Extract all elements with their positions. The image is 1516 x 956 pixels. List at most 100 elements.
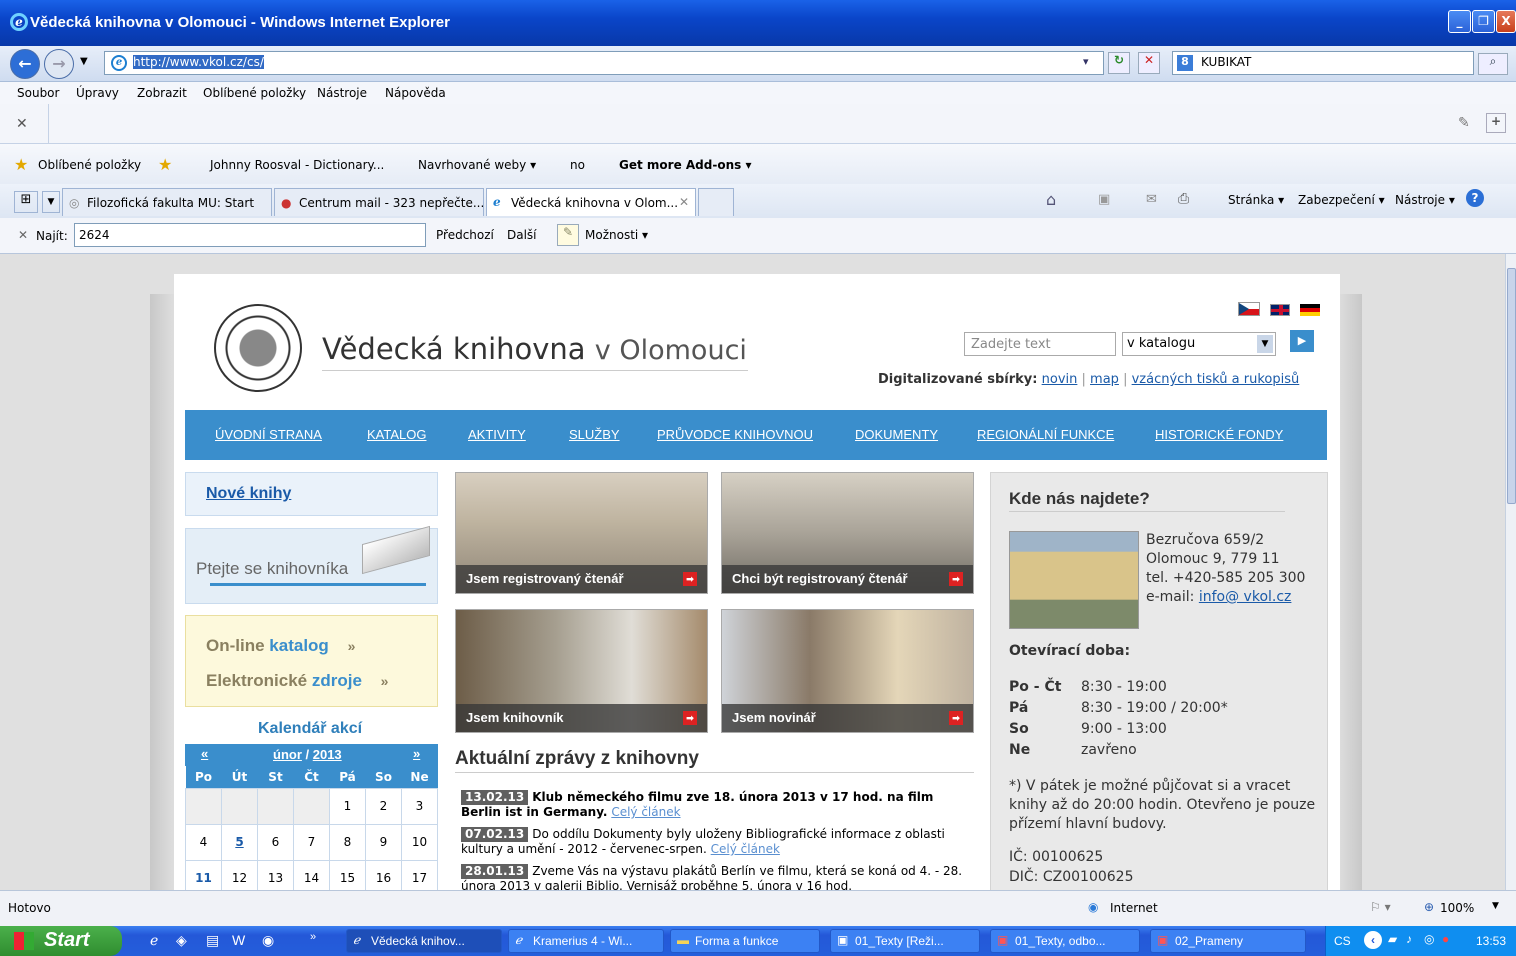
tab-filozoficka[interactable]: ◎ Filozofická fakulta MU: Start — [62, 188, 272, 216]
nav-aktivity[interactable]: AKTIVITY — [468, 427, 526, 442]
search-go-icon[interactable]: ⌕ — [1478, 53, 1508, 75]
quick-tabs-icon[interactable]: ⊞ — [14, 191, 38, 213]
back-icon[interactable]: ← — [10, 49, 40, 79]
protected-mode-icon[interactable]: ⚐ ▾ — [1370, 900, 1391, 914]
wrench-icon[interactable]: ✎ — [1458, 115, 1470, 131]
calendar-month[interactable]: únor — [273, 747, 302, 762]
fav-addons[interactable]: Get more Add-ons ▾ — [619, 158, 751, 172]
tile-registered-reader[interactable]: Jsem registrovaný čtenář ➡ — [455, 472, 708, 594]
print-icon[interactable]: ⎙ — [1178, 191, 1189, 207]
quicklaunch-word-icon[interactable]: W — [232, 932, 245, 948]
calendar-prev[interactable]: « — [201, 746, 208, 761]
find-input[interactable]: 2624 — [74, 223, 426, 247]
close-button[interactable]: X — [1496, 10, 1516, 33]
tab-list-icon[interactable]: ▼ — [42, 191, 60, 213]
language-indicator[interactable]: CS — [1334, 934, 1351, 948]
menu-upravy[interactable]: Úpravy — [76, 86, 119, 100]
mail-icon[interactable]: ✉ — [1146, 192, 1157, 207]
find-prev-button[interactable]: Předchozí — [436, 228, 494, 242]
quicklaunch-ie-icon[interactable]: ℯ — [150, 932, 158, 949]
nav-dokumenty[interactable]: DOKUMENTY — [855, 427, 938, 442]
feeds-icon[interactable]: ▣ — [1098, 192, 1110, 207]
find-next-button[interactable]: Další — [507, 228, 537, 242]
nav-uvodni-strana[interactable]: ÚVODNÍ STRANA — [215, 427, 322, 442]
calendar-year[interactable]: 2013 — [313, 747, 342, 762]
fav-suggested[interactable]: Navrhované weby ▾ — [418, 158, 536, 172]
tab-centrum[interactable]: ● Centrum mail - 323 nepřečte... — [274, 188, 484, 216]
fav-no[interactable]: no — [570, 158, 585, 172]
tray-expand-icon[interactable]: ‹ — [1364, 931, 1382, 949]
nav-pruvodce[interactable]: PRŮVODCE KNIHOVNOU — [657, 427, 813, 442]
antivirus-icon[interactable]: ◎ — [1424, 932, 1434, 946]
menu-soubor[interactable]: Soubor — [17, 86, 59, 100]
alert-icon[interactable]: ● — [1442, 932, 1449, 946]
news-more-link[interactable]: Celý článek — [711, 842, 780, 856]
uk-flag-icon[interactable] — [1270, 304, 1290, 316]
task-02-prameny[interactable]: ▣ 02_Prameny — [1150, 929, 1306, 953]
find-close-icon[interactable]: ✕ — [18, 228, 28, 242]
history-dropdown-icon[interactable]: ▼ — [80, 56, 88, 67]
network-icon[interactable]: ▰ — [1388, 932, 1397, 946]
menu-nastroje[interactable]: Nástroje — [317, 86, 367, 100]
nav-historicke[interactable]: HISTORICKÉ FONDY — [1155, 427, 1283, 442]
task-kramerius[interactable]: ℯ Kramerius 4 - Wi... — [508, 929, 664, 953]
highlight-icon[interactable]: ✎ — [557, 224, 579, 246]
nav-katalog[interactable]: KATALOG — [367, 427, 426, 442]
scroll-thumb[interactable] — [1507, 268, 1516, 504]
start-button[interactable]: Start — [0, 926, 122, 956]
refresh-icon[interactable]: ↻ — [1108, 52, 1130, 74]
site-search-input[interactable]: Zadejte text — [964, 332, 1116, 356]
digi-link-maps[interactable]: map — [1090, 372, 1119, 387]
zoom-level[interactable]: 100% — [1440, 901, 1474, 915]
ask-librarian-box[interactable]: Ptejte se knihovníka — [185, 525, 438, 604]
quicklaunch-doc-icon[interactable]: ▤ — [206, 932, 219, 949]
german-flag-icon[interactable] — [1300, 304, 1320, 316]
address-input[interactable]: e http://www.vkol.cz/cs/ — [104, 51, 1104, 75]
news-more-link[interactable]: Celý článek — [611, 805, 680, 819]
new-tab-button[interactable] — [698, 188, 734, 216]
forward-icon[interactable]: → — [44, 49, 74, 79]
quicklaunch-app-icon[interactable]: ◈ — [176, 932, 187, 949]
menu-stranka[interactable]: Stránka ▾ — [1228, 193, 1284, 207]
menu-napoveda[interactable]: Nápověda — [385, 86, 446, 100]
online-catalog-link[interactable]: On-line katalog » — [206, 636, 355, 656]
nav-sluzby[interactable]: SLUŽBY — [569, 427, 620, 442]
stop-icon[interactable]: ✕ — [1138, 52, 1160, 74]
tile-journalist[interactable]: Jsem novinář ➡ — [721, 609, 974, 733]
home-icon[interactable]: ⌂ — [1046, 190, 1056, 209]
zoom-dropdown-icon[interactable]: ▼ — [1492, 901, 1499, 911]
minimize-button[interactable]: _ — [1448, 10, 1471, 33]
digi-link-rare-prints[interactable]: vzácných tisků a rukopisů — [1132, 372, 1300, 387]
new-books-link[interactable]: Nové knihy — [206, 485, 291, 502]
cal-cell-event[interactable]: 5 — [221, 823, 258, 861]
menu-zabezpeceni[interactable]: Zabezpečení ▾ — [1298, 193, 1385, 207]
site-search-go-icon[interactable]: ▶ — [1290, 330, 1314, 352]
find-options-button[interactable]: Možnosti ▾ — [585, 228, 648, 242]
menu-oblibene[interactable]: Oblíbené položky — [203, 86, 306, 100]
quicklaunch-media-icon[interactable]: ◉ — [262, 932, 274, 949]
tab-close-icon[interactable]: ✕ — [679, 195, 689, 209]
add-favorite-icon[interactable]: ★ — [158, 155, 172, 174]
close-toolbar-icon[interactable]: ✕ — [16, 116, 28, 132]
clock[interactable]: 13:53 — [1476, 934, 1506, 948]
tab-vkol[interactable]: e Vědecká knihovna v Olom... ✕ — [486, 188, 696, 216]
czech-flag-icon[interactable] — [1238, 302, 1260, 316]
add-icon[interactable]: + — [1486, 113, 1506, 133]
maximize-button[interactable]: ❐ — [1472, 10, 1495, 33]
menu-nastroje-cmd[interactable]: Nástroje ▾ — [1395, 193, 1455, 207]
favorites-button[interactable]: Oblíbené položky — [38, 158, 141, 172]
e-resources-link[interactable]: Elektronické zdroje » — [206, 671, 388, 691]
site-search-scope[interactable]: v katalogu ▼ — [1122, 332, 1276, 356]
tile-become-reader[interactable]: Chci být registrovaný čtenář ➡ — [721, 472, 974, 594]
tile-librarian[interactable]: Jsem knihovník ➡ — [455, 609, 708, 733]
fav-johnny[interactable]: Johnny Roosval - Dictionary... — [210, 158, 384, 172]
email-link[interactable]: info@ vkol.cz — [1199, 589, 1292, 605]
menu-zobrazit[interactable]: Zobrazit — [137, 86, 187, 100]
search-input[interactable]: 8 KUBIKAT — [1172, 51, 1474, 75]
new-books-box[interactable]: Nové knihy — [185, 472, 438, 516]
calendar-next[interactable]: » — [413, 746, 420, 761]
volume-icon[interactable]: ♪ — [1406, 932, 1412, 946]
digi-link-newspapers[interactable]: novin — [1042, 372, 1078, 387]
help-icon[interactable]: ? — [1466, 189, 1484, 207]
quicklaunch-more-icon[interactable]: » — [310, 931, 316, 943]
